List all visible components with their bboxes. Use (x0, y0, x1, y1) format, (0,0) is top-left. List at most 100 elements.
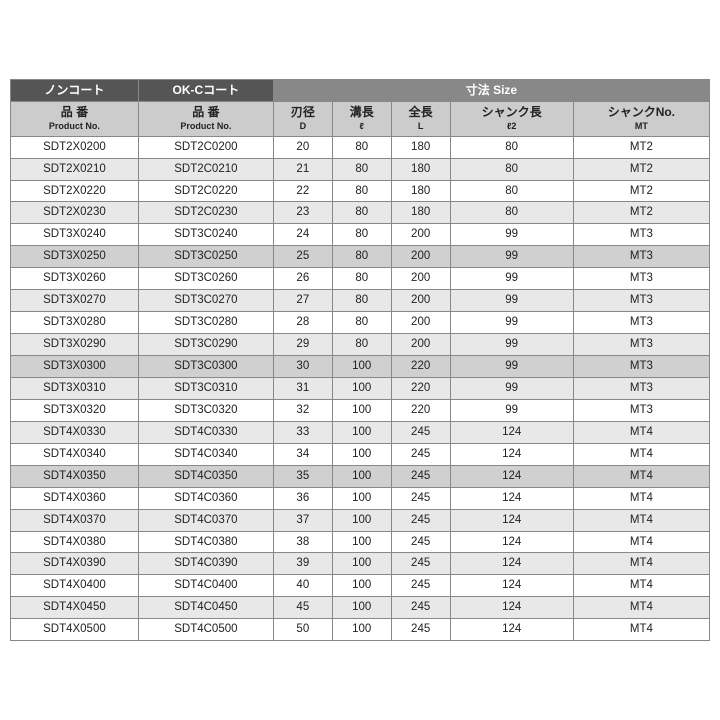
okc-cell: SDT2C0210 (138, 158, 273, 180)
d-cell: 39 (273, 553, 332, 575)
l2-cell: 99 (450, 399, 573, 421)
d-cell: 50 (273, 619, 332, 641)
mt-cell: MT4 (573, 597, 709, 619)
product-table-container: ノンコート OK-Cコート 寸法 Size 品 番 Product No. 品 … (10, 79, 710, 641)
mt-cell: MT4 (573, 575, 709, 597)
l2-cell: 99 (450, 312, 573, 334)
l2-cell: 124 (450, 553, 573, 575)
okc-cell: SDT4C0500 (138, 619, 273, 641)
okc-cell: SDT2C0230 (138, 202, 273, 224)
table-row: SDT4X0500SDT4C050050100245124MT4 (11, 619, 710, 641)
col-L-label: 全長 L (391, 102, 450, 136)
noncoat-cell: SDT4X0390 (11, 553, 139, 575)
noncoat-cell: SDT4X0380 (11, 531, 139, 553)
d-cell: 25 (273, 246, 332, 268)
d-cell: 23 (273, 202, 332, 224)
mt-cell: MT3 (573, 377, 709, 399)
l-cell: 80 (332, 202, 391, 224)
table-row: SDT2X0200SDT2C0200208018080MT2 (11, 136, 710, 158)
d-cell: 28 (273, 312, 332, 334)
okc-cell: SDT2C0200 (138, 136, 273, 158)
l-cell: 100 (332, 509, 391, 531)
mt-cell: MT2 (573, 136, 709, 158)
okc-cell: SDT3C0280 (138, 312, 273, 334)
okc-cell: SDT3C0260 (138, 268, 273, 290)
mt-cell: MT3 (573, 312, 709, 334)
L-cell: 245 (391, 465, 450, 487)
mt-cell: MT4 (573, 531, 709, 553)
mt-cell: MT3 (573, 356, 709, 378)
noncoat-cell: SDT3X0240 (11, 224, 139, 246)
table-row: SDT3X0280SDT3C0280288020099MT3 (11, 312, 710, 334)
noncoat-cell: SDT2X0230 (11, 202, 139, 224)
l-cell: 100 (332, 443, 391, 465)
col-l2-label: シャンク長 ℓ2 (450, 102, 573, 136)
okc-cell: SDT4C0450 (138, 597, 273, 619)
l2-cell: 80 (450, 202, 573, 224)
table-row: SDT4X0450SDT4C045045100245124MT4 (11, 597, 710, 619)
d-cell: 35 (273, 465, 332, 487)
l2-cell: 99 (450, 224, 573, 246)
L-cell: 180 (391, 158, 450, 180)
l2-cell: 99 (450, 290, 573, 312)
L-cell: 180 (391, 202, 450, 224)
noncoat-header: ノンコート (11, 79, 139, 102)
mt-cell: MT4 (573, 421, 709, 443)
noncoat-cell: SDT3X0260 (11, 268, 139, 290)
mt-cell: MT4 (573, 465, 709, 487)
noncoat-cell: SDT4X0500 (11, 619, 139, 641)
noncoat-cell: SDT3X0290 (11, 334, 139, 356)
L-cell: 200 (391, 290, 450, 312)
l-cell: 100 (332, 377, 391, 399)
header-top-row: ノンコート OK-Cコート 寸法 Size (11, 79, 710, 102)
l-cell: 80 (332, 312, 391, 334)
okc-cell: SDT2C0220 (138, 180, 273, 202)
col-okc-label: 品 番 Product No. (138, 102, 273, 136)
d-cell: 40 (273, 575, 332, 597)
l2-cell: 124 (450, 509, 573, 531)
l-cell: 80 (332, 158, 391, 180)
okc-cell: SDT4C0350 (138, 465, 273, 487)
l2-cell: 124 (450, 421, 573, 443)
okc-cell: SDT3C0270 (138, 290, 273, 312)
table-row: SDT4X0350SDT4C035035100245124MT4 (11, 465, 710, 487)
noncoat-cell: SDT3X0300 (11, 356, 139, 378)
table-row: SDT3X0240SDT3C0240248020099MT3 (11, 224, 710, 246)
table-row: SDT3X0270SDT3C0270278020099MT3 (11, 290, 710, 312)
L-cell: 200 (391, 334, 450, 356)
table-row: SDT3X0260SDT3C0260268020099MT3 (11, 268, 710, 290)
l-cell: 80 (332, 290, 391, 312)
L-cell: 245 (391, 531, 450, 553)
table-row: SDT2X0220SDT2C0220228018080MT2 (11, 180, 710, 202)
okc-cell: SDT3C0310 (138, 377, 273, 399)
mt-cell: MT3 (573, 290, 709, 312)
okc-cell: SDT4C0390 (138, 553, 273, 575)
mt-cell: MT2 (573, 180, 709, 202)
noncoat-cell: SDT3X0310 (11, 377, 139, 399)
noncoat-cell: SDT4X0360 (11, 487, 139, 509)
l2-cell: 124 (450, 443, 573, 465)
l-cell: 100 (332, 619, 391, 641)
L-cell: 200 (391, 224, 450, 246)
table-row: SDT4X0390SDT4C039039100245124MT4 (11, 553, 710, 575)
L-cell: 245 (391, 421, 450, 443)
l2-cell: 99 (450, 268, 573, 290)
L-cell: 245 (391, 619, 450, 641)
okc-cell: SDT3C0300 (138, 356, 273, 378)
table-row: SDT4X0330SDT4C033033100245124MT4 (11, 421, 710, 443)
noncoat-cell: SDT2X0220 (11, 180, 139, 202)
l-cell: 100 (332, 597, 391, 619)
noncoat-cell: SDT2X0210 (11, 158, 139, 180)
d-cell: 30 (273, 356, 332, 378)
table-row: SDT4X0380SDT4C038038100245124MT4 (11, 531, 710, 553)
d-cell: 38 (273, 531, 332, 553)
mt-cell: MT4 (573, 509, 709, 531)
L-cell: 245 (391, 575, 450, 597)
okc-cell: SDT4C0370 (138, 509, 273, 531)
noncoat-cell: SDT2X0200 (11, 136, 139, 158)
mt-cell: MT4 (573, 553, 709, 575)
d-cell: 24 (273, 224, 332, 246)
l2-cell: 99 (450, 377, 573, 399)
l-cell: 100 (332, 356, 391, 378)
L-cell: 200 (391, 246, 450, 268)
